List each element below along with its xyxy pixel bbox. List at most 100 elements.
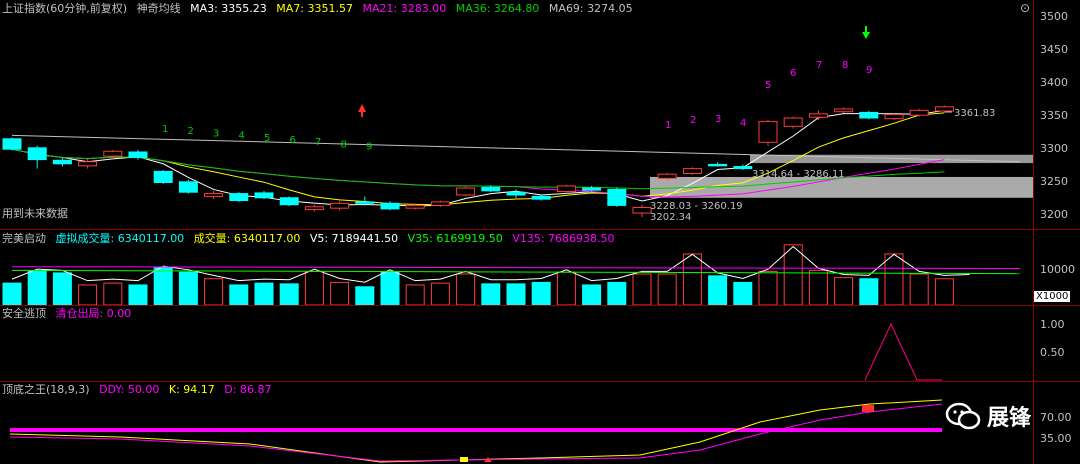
volume-panel[interactable]: 完美启动 虚拟成交量: 6340117.00 成交量: 6340117.00 V… bbox=[0, 230, 1033, 305]
volume-bar bbox=[153, 267, 173, 305]
y-tick: 3400 bbox=[1040, 76, 1068, 89]
volume-bar bbox=[808, 269, 828, 305]
candle-body bbox=[632, 206, 652, 214]
sequence-number-right: 6 bbox=[790, 68, 796, 79]
volume-bar bbox=[884, 253, 904, 305]
ma21-label: MA21: 3283.00 bbox=[362, 2, 447, 15]
volume-bar bbox=[834, 277, 854, 305]
king-tick: 70.00 bbox=[1040, 411, 1072, 424]
settings-icon[interactable]: ⊙ bbox=[1020, 1, 1030, 15]
volume-bar bbox=[632, 273, 652, 305]
ddy-label: DDY: 50.00 bbox=[99, 383, 160, 396]
volume-bar bbox=[430, 282, 450, 305]
sequence-number-left: 9 bbox=[366, 142, 372, 153]
candle-body bbox=[758, 120, 778, 143]
up-arrow-icon bbox=[358, 104, 366, 112]
sequence-number-left: 1 bbox=[162, 124, 168, 135]
volume-bar bbox=[708, 275, 728, 305]
candle-body bbox=[531, 195, 551, 200]
candle-body bbox=[783, 117, 803, 127]
y-tick: 3450 bbox=[1040, 43, 1068, 56]
candle-body bbox=[279, 197, 299, 206]
volume-bar bbox=[607, 281, 627, 305]
sequence-number-left: 8 bbox=[341, 139, 347, 150]
candle-body bbox=[304, 206, 324, 211]
sequence-number-right: 5 bbox=[765, 80, 771, 91]
candle-body bbox=[405, 204, 425, 209]
wechat-icon bbox=[945, 401, 981, 431]
sequence-number-left: 3 bbox=[213, 128, 219, 139]
volume-bar bbox=[52, 272, 72, 305]
candle-body bbox=[859, 111, 879, 119]
bottom-marker bbox=[460, 457, 468, 462]
volume-bar bbox=[783, 244, 803, 305]
volume-bar bbox=[733, 281, 753, 305]
escape-chart[interactable] bbox=[0, 306, 1033, 381]
candle-body bbox=[834, 108, 854, 113]
volume-bar bbox=[304, 270, 324, 305]
candle-body bbox=[884, 114, 904, 120]
volume-label: 成交量: 6340117.00 bbox=[193, 232, 301, 245]
volume-header: 完美启动 虚拟成交量: 6340117.00 成交量: 6340117.00 V… bbox=[2, 232, 621, 246]
volume-bar bbox=[254, 282, 274, 305]
volume-bar bbox=[27, 270, 47, 305]
future-data-note: 用到未来数据 bbox=[2, 207, 68, 220]
volume-bar bbox=[909, 273, 929, 305]
ma3-label: MA3: 3355.23 bbox=[190, 2, 267, 15]
candle-body bbox=[682, 168, 702, 174]
candle-body bbox=[708, 163, 728, 167]
candle-body bbox=[254, 192, 274, 199]
candle-body bbox=[153, 170, 173, 184]
king-panel[interactable]: 顶底之王(18,9,3) DDY: 50.00 K: 94.17 D: 86.8… bbox=[0, 382, 1033, 464]
ma36-label: MA36: 3264.80 bbox=[455, 2, 540, 15]
volume-bar bbox=[506, 283, 526, 305]
sequence-number-right: 1 bbox=[665, 120, 671, 131]
volume-bar bbox=[2, 282, 22, 305]
sequence-number-right: 7 bbox=[816, 60, 822, 71]
y-tick: 3200 bbox=[1040, 208, 1068, 221]
candle-body bbox=[934, 106, 954, 112]
candle-body bbox=[430, 201, 450, 206]
sequence-number-left: 2 bbox=[188, 126, 194, 137]
king-tick: 35.00 bbox=[1040, 432, 1072, 445]
volume-bar bbox=[405, 284, 425, 305]
sequence-number-right: 8 bbox=[842, 60, 848, 71]
escape-header: 安全逃顶 清仓出局: 0.00 bbox=[2, 307, 137, 321]
sequence-number-right: 2 bbox=[690, 115, 696, 126]
volume-bar bbox=[531, 281, 551, 305]
volume-tick: 10000 bbox=[1040, 263, 1075, 276]
sequence-number-right: 9 bbox=[866, 65, 872, 76]
price-panel[interactable]: 1 2 3 4 5 6 7 8 9 1 2 3 4 5 6 7 8 9 上证指数(60分钟,前复权) 神奇均线 M… bbox=[0, 0, 1033, 229]
escape-tick: 0.50 bbox=[1040, 346, 1065, 359]
candle-body bbox=[506, 191, 526, 196]
candle-body bbox=[2, 138, 22, 150]
price-title: 上证指数(60分钟,前复权) bbox=[2, 2, 128, 15]
watermark-text: 展锋 bbox=[987, 406, 1032, 431]
volume-bar bbox=[78, 284, 98, 305]
y-tick: 3500 bbox=[1040, 10, 1068, 23]
candle-body bbox=[657, 173, 677, 179]
volume-bar bbox=[178, 271, 198, 305]
volume-bar bbox=[103, 282, 123, 305]
down-arrow-icon bbox=[862, 32, 870, 39]
y-tick: 3350 bbox=[1040, 109, 1068, 122]
v135-label: V135: 7686938.50 bbox=[512, 232, 615, 245]
escape-panel[interactable]: 安全逃顶 清仓出局: 0.00 bbox=[0, 306, 1033, 381]
price-chart[interactable]: 1 2 3 4 5 6 7 8 9 1 2 3 4 5 6 7 8 9 bbox=[0, 0, 1033, 229]
top-marker bbox=[862, 405, 874, 412]
candle-body bbox=[607, 188, 627, 206]
ma69-label: MA69: 3274.05 bbox=[548, 2, 633, 15]
d-label: D: 86.87 bbox=[224, 383, 272, 396]
price-header: 上证指数(60分钟,前复权) 神奇均线 MA3: 3355.23 MA7: 33… bbox=[2, 2, 639, 16]
escape-tick: 1.00 bbox=[1040, 318, 1065, 331]
ma69-line bbox=[11, 134, 1021, 163]
sequence-number-right: 4 bbox=[740, 118, 746, 129]
y-tick: 3250 bbox=[1040, 175, 1068, 188]
d-line bbox=[9, 403, 943, 462]
candle-body bbox=[808, 113, 828, 118]
volume-bar bbox=[758, 270, 778, 305]
candle-body bbox=[909, 109, 929, 116]
candle-body bbox=[556, 185, 576, 193]
indicator-name: 神奇均线 bbox=[136, 2, 181, 15]
v35-label: V35: 6169919.50 bbox=[407, 232, 503, 245]
